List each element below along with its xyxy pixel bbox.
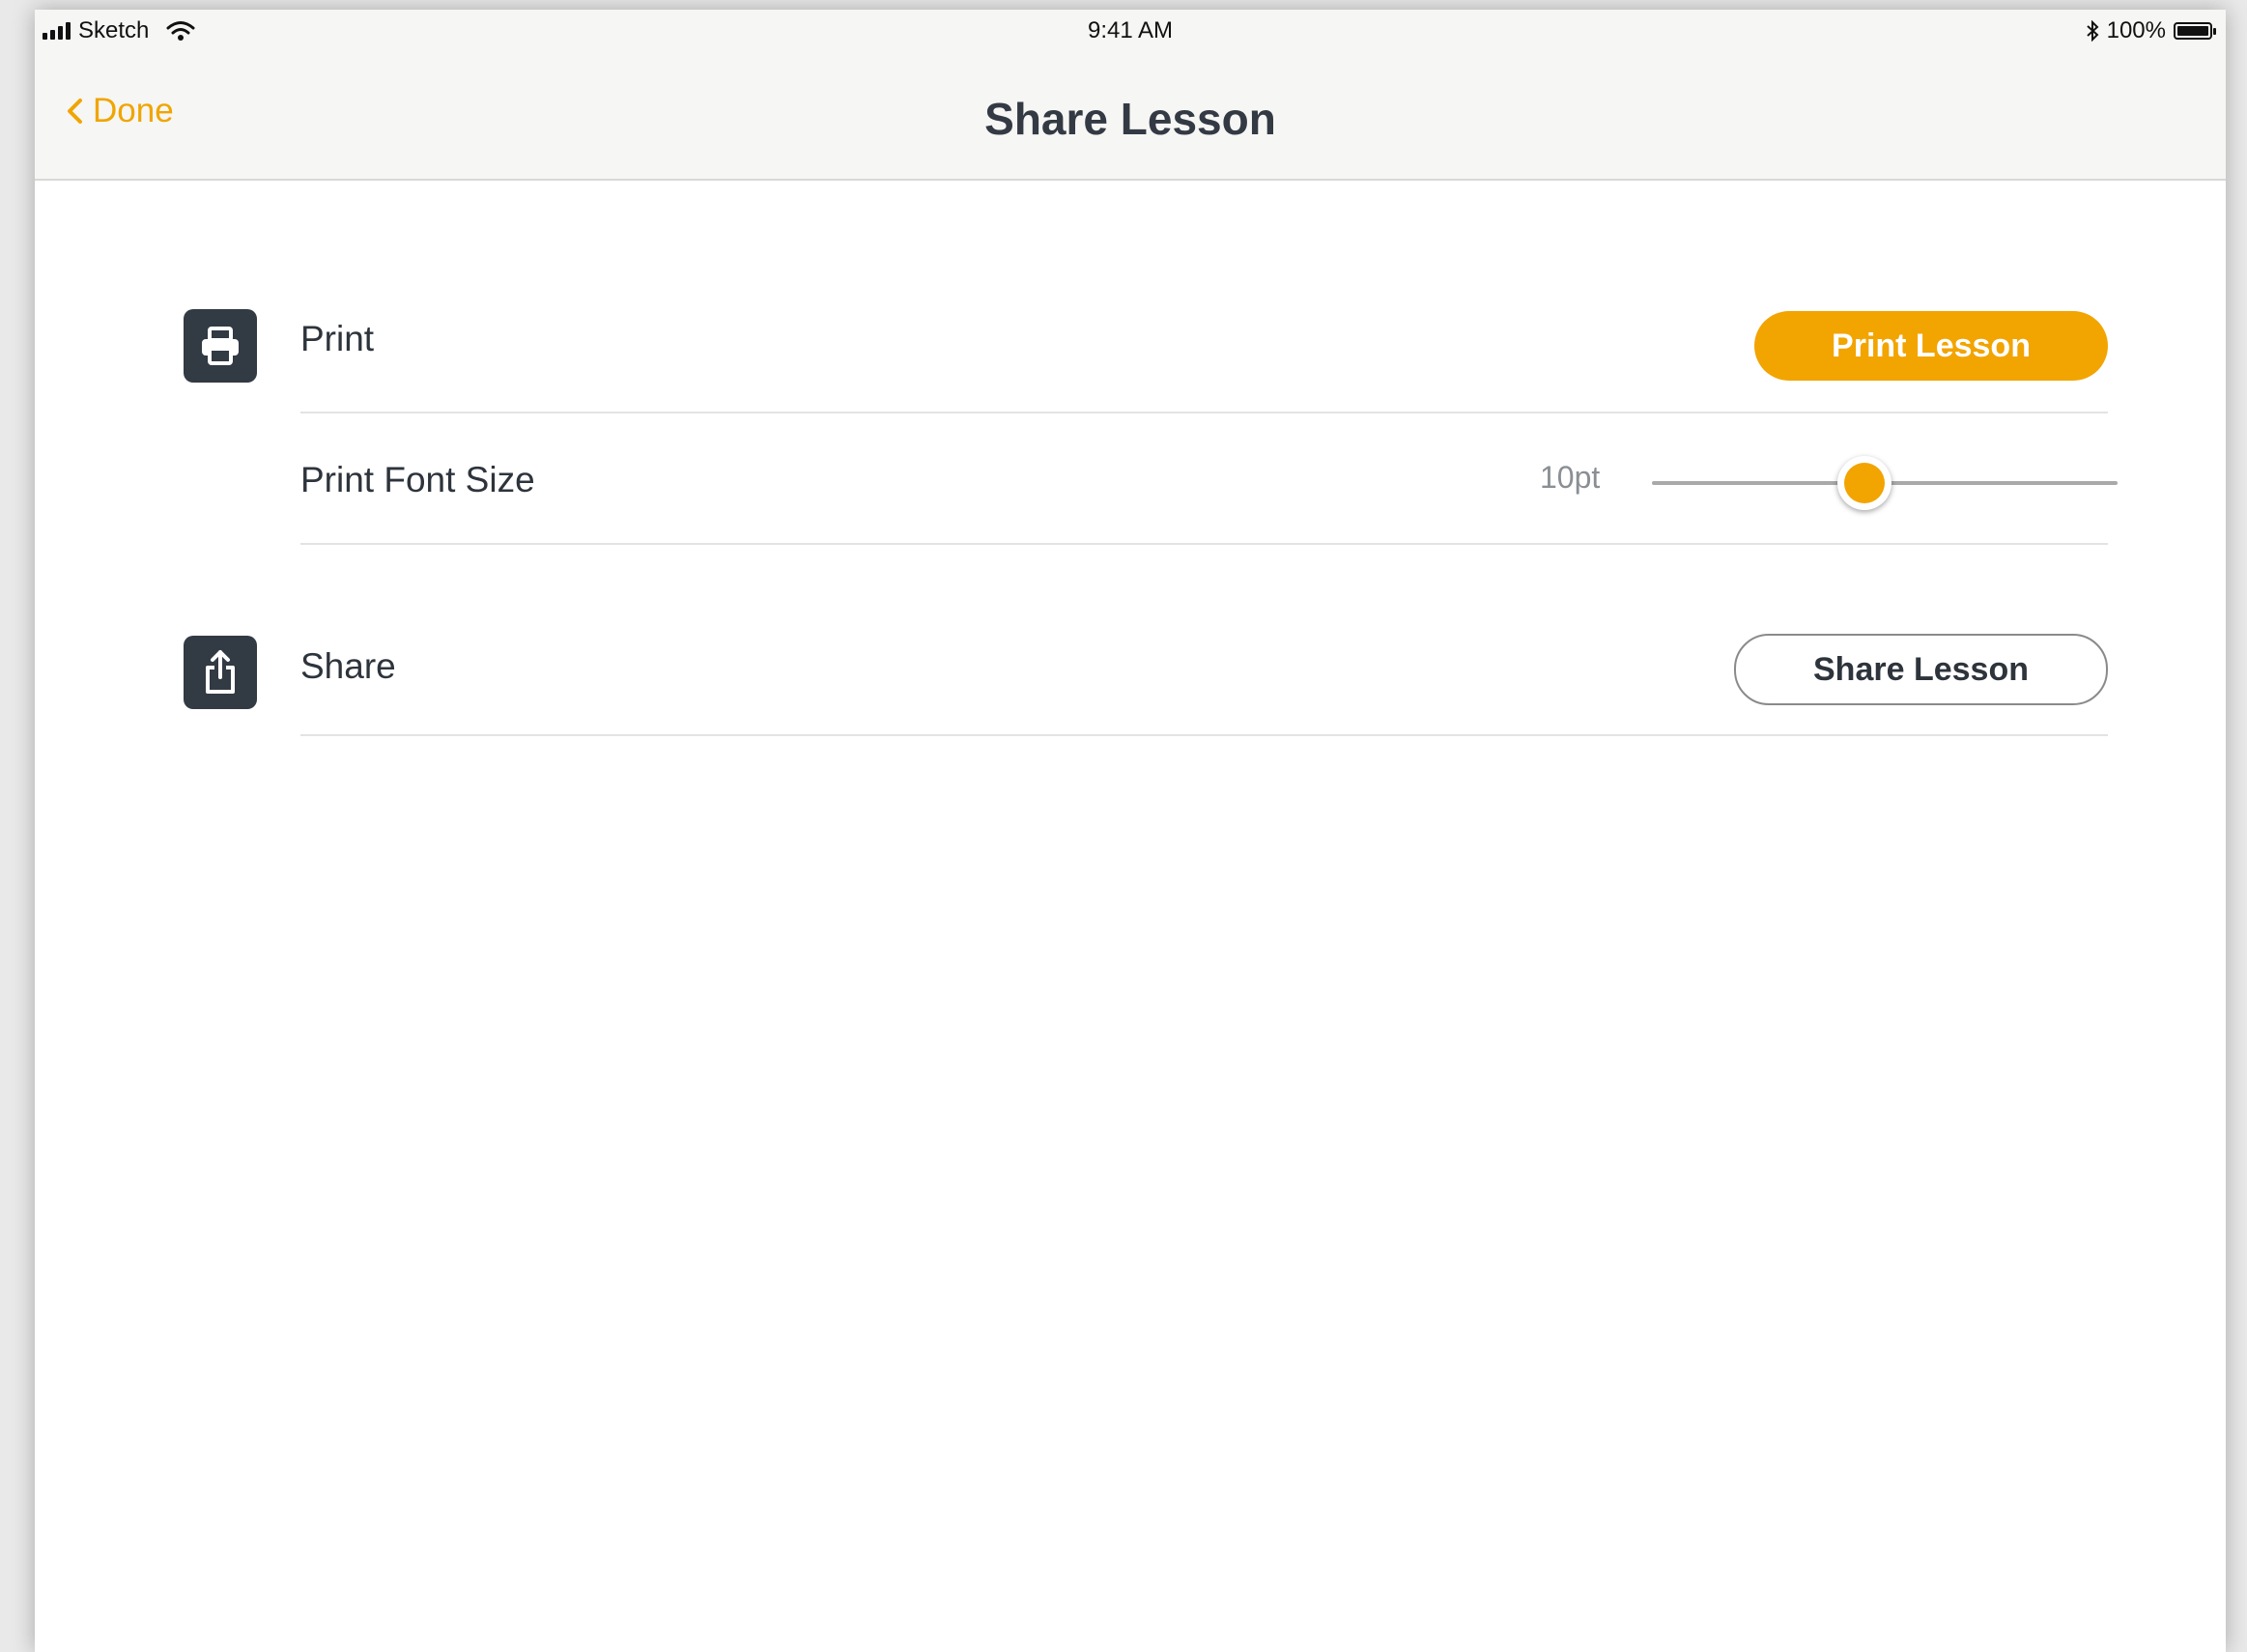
divider bbox=[300, 543, 2108, 545]
status-time: 9:41 AM bbox=[1087, 17, 1174, 43]
printer-icon bbox=[184, 309, 257, 383]
font-size-value: 10pt bbox=[1540, 460, 1601, 495]
share-lesson-button[interactable]: Share Lesson bbox=[1734, 634, 2108, 705]
font-size-slider[interactable] bbox=[1652, 456, 2118, 510]
slider-thumb[interactable] bbox=[1837, 456, 1891, 510]
navigation-bar: Sketch 9:41 AM 100% Done Share Lesson bbox=[35, 10, 2226, 181]
print-label: Print bbox=[300, 319, 375, 358]
print-font-size-label: Print Font Size bbox=[300, 460, 535, 499]
status-right: 100% bbox=[2086, 17, 2216, 44]
divider bbox=[300, 734, 2108, 736]
print-lesson-button[interactable]: Print Lesson bbox=[1754, 311, 2108, 381]
battery-percent: 100% bbox=[2106, 17, 2166, 43]
share-label: Share bbox=[300, 646, 396, 686]
bluetooth-icon bbox=[2086, 20, 2099, 42]
divider bbox=[300, 412, 2108, 413]
share-icon bbox=[184, 636, 257, 709]
battery-icon bbox=[2174, 22, 2216, 40]
status-bar: Sketch 9:41 AM 100% bbox=[35, 10, 2226, 50]
app-window: Sketch 9:41 AM 100% Done Share Lesson Pr… bbox=[35, 10, 2226, 1652]
page-title: Share Lesson bbox=[984, 94, 1276, 144]
